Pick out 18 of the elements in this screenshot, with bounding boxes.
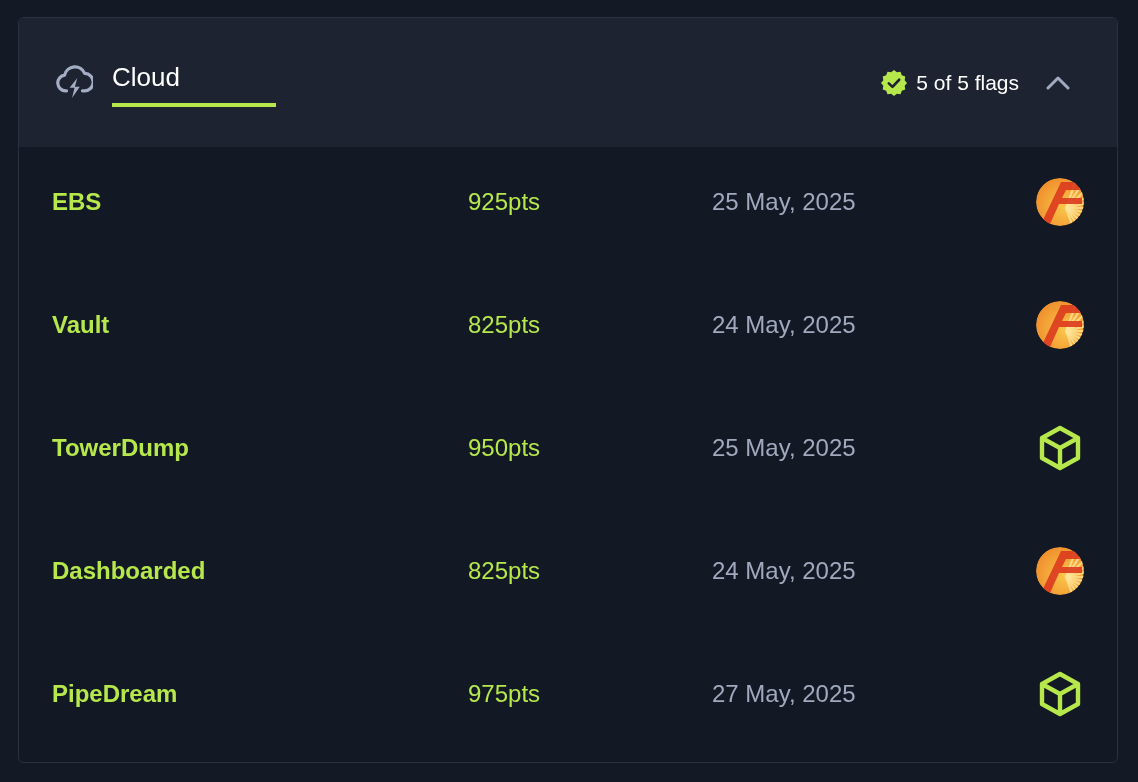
flag-name: TowerDump <box>52 433 190 463</box>
solve-date: 25 May, 2025 <box>712 187 857 217</box>
solve-date: 25 May, 2025 <box>712 433 857 463</box>
solve-date: 24 May, 2025 <box>712 556 857 586</box>
points-value: 950pts <box>468 433 542 463</box>
section-title: Cloud <box>112 60 181 93</box>
points-value: 825pts <box>468 310 542 340</box>
flag-count: 5 of 5 flags <box>916 69 1019 96</box>
flag-name: Vault <box>52 310 111 340</box>
points-value: 975pts <box>468 679 542 709</box>
flag-name: Dashboarded <box>52 556 207 586</box>
flag-name: EBS <box>52 187 103 217</box>
solve-date: 27 May, 2025 <box>712 679 857 709</box>
flag-name: PipeDream <box>52 679 179 709</box>
cloud-bolt-icon <box>56 65 93 100</box>
solve-date: 24 May, 2025 <box>712 310 857 340</box>
points-value: 825pts <box>468 556 542 586</box>
points-value: 925pts <box>468 187 542 217</box>
